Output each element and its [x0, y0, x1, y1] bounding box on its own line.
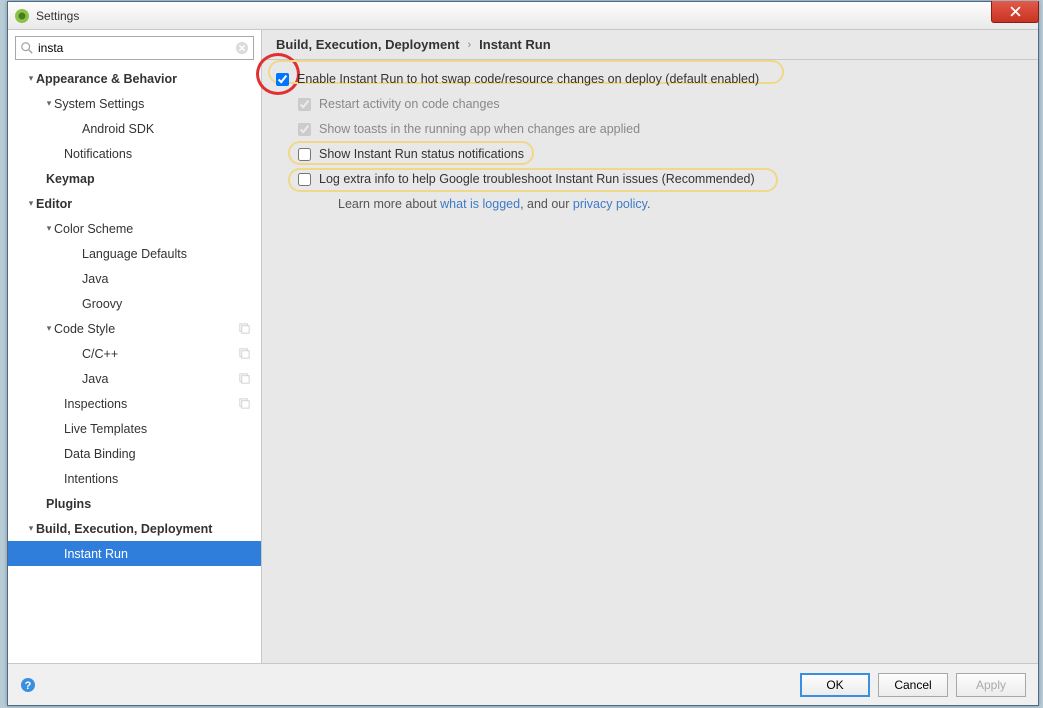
checkbox-enable[interactable]: [276, 73, 289, 86]
tree-instant-run[interactable]: Instant Run: [8, 541, 261, 566]
settings-window: Settings ▾Appearance & Behavior ▾System …: [7, 1, 1039, 706]
footer: ? OK Cancel Apply: [8, 663, 1038, 705]
label-enable: Enable Instant Run to hot swap code/reso…: [297, 72, 759, 86]
checkbox-restart[interactable]: [298, 98, 311, 111]
opt-logextra[interactable]: Log extra info to help Google troublesho…: [276, 172, 1024, 186]
link-what-logged[interactable]: what is logged: [440, 197, 520, 211]
copy-icon: [238, 322, 251, 335]
settings-tree: ▾Appearance & Behavior ▾System Settings …: [8, 64, 261, 663]
link-privacy[interactable]: privacy policy: [573, 197, 647, 211]
opt-status[interactable]: Show Instant Run status notifications: [276, 147, 1024, 161]
tree-bed[interactable]: ▾Build, Execution, Deployment: [8, 516, 261, 541]
main-panel: Build, Execution, Deployment › Instant R…: [262, 30, 1038, 663]
svg-text:?: ?: [25, 680, 32, 692]
tree-system-settings[interactable]: ▾System Settings: [8, 91, 261, 116]
label-toasts: Show toasts in the running app when chan…: [319, 122, 640, 136]
opt-enable[interactable]: Enable Instant Run to hot swap code/reso…: [276, 72, 1024, 86]
checkbox-logextra[interactable]: [298, 173, 311, 186]
app-icon: [14, 8, 30, 24]
checkbox-status[interactable]: [298, 148, 311, 161]
tree-editor[interactable]: ▾Editor: [8, 191, 261, 216]
tree-java-color[interactable]: Java: [8, 266, 261, 291]
help-icon[interactable]: ?: [20, 677, 36, 693]
close-icon: [1010, 6, 1021, 17]
search-input[interactable]: [34, 41, 235, 55]
breadcrumb-leaf: Instant Run: [479, 37, 551, 52]
tree-inspections[interactable]: Inspections: [8, 391, 261, 416]
titlebar: Settings: [8, 2, 1038, 30]
cancel-button[interactable]: Cancel: [878, 673, 948, 697]
tree-groovy[interactable]: Groovy: [8, 291, 261, 316]
search-icon: [20, 41, 34, 55]
opt-toasts[interactable]: Show toasts in the running app when chan…: [276, 122, 1024, 136]
content-area: ▾Appearance & Behavior ▾System Settings …: [8, 30, 1038, 663]
tree-color-scheme[interactable]: ▾Color Scheme: [8, 216, 261, 241]
tree-data-binding[interactable]: Data Binding: [8, 441, 261, 466]
search-box: [15, 36, 254, 60]
tree-code-style[interactable]: ▾Code Style: [8, 316, 261, 341]
tree-intentions[interactable]: Intentions: [8, 466, 261, 491]
tree-live-templates[interactable]: Live Templates: [8, 416, 261, 441]
label-restart: Restart activity on code changes: [319, 97, 500, 111]
ok-button[interactable]: OK: [800, 673, 870, 697]
checkbox-toasts[interactable]: [298, 123, 311, 136]
copy-icon: [238, 347, 251, 360]
tree-java-style[interactable]: Java: [8, 366, 261, 391]
chevron-right-icon: ›: [467, 39, 471, 51]
window-title: Settings: [36, 9, 79, 23]
tree-keymap[interactable]: Keymap: [8, 166, 261, 191]
tree-appearance[interactable]: ▾Appearance & Behavior: [8, 66, 261, 91]
tree-android-sdk[interactable]: Android SDK: [8, 116, 261, 141]
sidebar: ▾Appearance & Behavior ▾System Settings …: [8, 30, 262, 663]
clear-icon[interactable]: [235, 41, 249, 55]
copy-icon: [238, 397, 251, 410]
tree-plugins[interactable]: Plugins: [8, 491, 261, 516]
label-status: Show Instant Run status notifications: [319, 147, 524, 161]
close-button[interactable]: [991, 1, 1039, 23]
search-wrap: [8, 30, 261, 64]
breadcrumb: Build, Execution, Deployment › Instant R…: [262, 30, 1038, 60]
tree-cpp[interactable]: C/C++: [8, 341, 261, 366]
tree-lang-defaults[interactable]: Language Defaults: [8, 241, 261, 266]
learn-more-text: Learn more about what is logged, and our…: [276, 197, 1024, 211]
apply-button[interactable]: Apply: [956, 673, 1026, 697]
opt-restart[interactable]: Restart activity on code changes: [276, 97, 1024, 111]
options-panel: Enable Instant Run to hot swap code/reso…: [262, 60, 1038, 663]
label-logextra: Log extra info to help Google troublesho…: [319, 172, 755, 186]
tree-notifications[interactable]: Notifications: [8, 141, 261, 166]
breadcrumb-root[interactable]: Build, Execution, Deployment: [276, 37, 459, 52]
copy-icon: [238, 372, 251, 385]
